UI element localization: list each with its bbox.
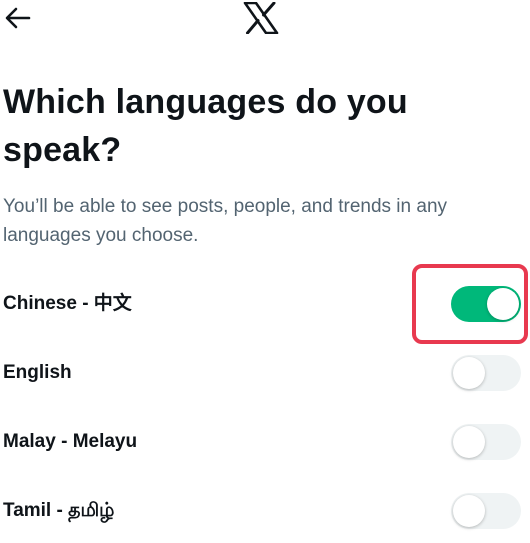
language-label: Chinese - 中文 xyxy=(3,293,132,314)
language-row-tamil[interactable]: Tamil - தமிழ் xyxy=(0,486,530,536)
top-bar xyxy=(0,0,530,44)
toggle-knob xyxy=(487,288,519,320)
language-label: Malay - Melayu xyxy=(3,431,138,452)
language-toggle-malay[interactable] xyxy=(451,424,521,460)
toggle-knob xyxy=(453,426,485,458)
language-row-chinese[interactable]: Chinese - 中文 xyxy=(0,279,530,329)
page-title: Which languages do you speak? xyxy=(3,83,408,169)
x-logo-icon xyxy=(243,1,279,35)
back-button[interactable] xyxy=(2,4,34,32)
toggle-knob xyxy=(453,357,485,389)
language-label: Tamil - தமிழ் xyxy=(3,500,115,521)
language-toggle-chinese[interactable] xyxy=(451,286,521,322)
language-row-malay[interactable]: Malay - Melayu xyxy=(0,417,530,467)
language-row-english[interactable]: English xyxy=(0,348,530,398)
toggle-knob xyxy=(453,495,485,527)
arrow-left-icon xyxy=(5,7,31,29)
page-subtitle: You’ll be able to see posts, people, and… xyxy=(3,196,448,246)
language-toggle-tamil[interactable] xyxy=(451,493,521,529)
language-toggle-english[interactable] xyxy=(451,355,521,391)
language-label: English xyxy=(3,362,72,383)
